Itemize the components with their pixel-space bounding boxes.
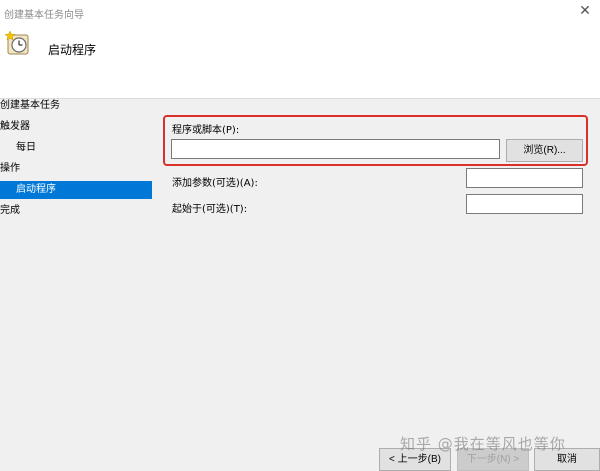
sidebar-item-daily: 每日 (16, 142, 36, 153)
title-bar: 创建基本任务向导 ✕ (0, 0, 600, 24)
scheduled-task-clock-icon (4, 30, 29, 55)
sidebar-item-start-program: 启动程序 (0, 181, 152, 199)
header-panel: 启动程序 (0, 24, 600, 99)
sidebar-item-create-basic-task: 创建基本任务 (0, 100, 60, 111)
watermark: 知乎 @我在等风也等你 (400, 435, 566, 453)
args-label: 添加参数(可选)(A): (172, 178, 258, 189)
args-input[interactable] (466, 168, 583, 188)
close-icon[interactable]: ✕ (570, 0, 600, 24)
program-input[interactable] (171, 139, 500, 159)
sidebar-item-finish: 完成 (0, 205, 20, 216)
sidebar-item-trigger: 触发器 (0, 121, 30, 132)
startin-label: 起始于(可选)(T): (172, 204, 248, 215)
browse-button[interactable]: 浏览(R)... (506, 139, 583, 162)
startin-input[interactable] (466, 194, 583, 214)
program-label: 程序或脚本(P): (172, 125, 240, 136)
sidebar-item-action: 操作 (0, 163, 20, 174)
page-title: 启动程序 (48, 43, 97, 57)
window-title: 创建基本任务向导 (4, 10, 84, 21)
